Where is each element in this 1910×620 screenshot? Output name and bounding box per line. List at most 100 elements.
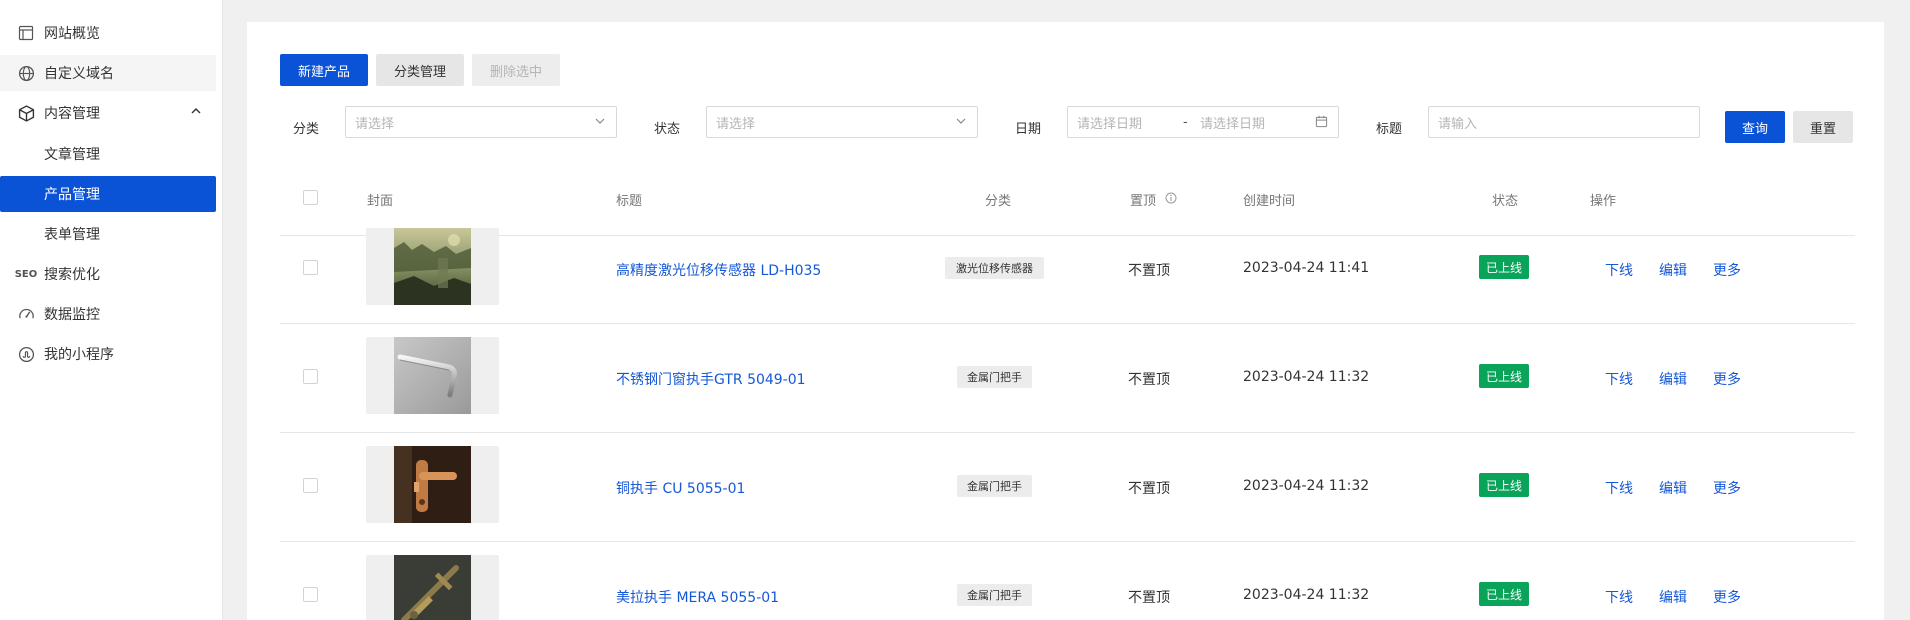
date-range-picker[interactable]: 请选择日期 - 请选择日期 xyxy=(1067,106,1339,138)
sidebar-item-label: 内容管理 xyxy=(44,106,100,122)
pin-status: 不置顶 xyxy=(1128,590,1170,606)
seo-icon: SEO xyxy=(14,268,38,280)
globe-icon xyxy=(16,63,36,83)
category-tag: 金属门把手 xyxy=(957,366,1032,388)
sidebar-item-label: 我的小程序 xyxy=(44,347,114,363)
status-badge: 已上线 xyxy=(1479,255,1530,279)
chevron-down-icon xyxy=(955,115,967,131)
copper-handle-thumbnail[interactable] xyxy=(394,446,471,523)
brass-handle-thumbnail[interactable] xyxy=(394,555,471,620)
chevron-down-icon xyxy=(594,115,606,131)
product-title-link[interactable]: 高精度激光位移传感器 LD-H035 xyxy=(616,260,821,280)
info-icon[interactable] xyxy=(1165,192,1177,208)
more-link[interactable]: 更多 xyxy=(1713,369,1741,389)
sidebar-item-label: 文章管理 xyxy=(44,147,100,163)
sidebar-item-monitoring[interactable]: 数据监控 xyxy=(0,296,216,332)
title-search-placeholder: 请输入 xyxy=(1438,116,1478,132)
row-checkbox[interactable] xyxy=(303,260,318,275)
calendar-icon xyxy=(1315,115,1328,132)
main-panel: 新建产品 分类管理 删除选中 分类 请选择 状态 请选择 日期 请选择日期 - … xyxy=(247,22,1884,620)
sidebar-item-products[interactable]: 产品管理 xyxy=(0,176,216,212)
sidebar: 网站概览 自定义域名 内容管理 文章管理 产品管理 表单管理 SEO 搜索优化 … xyxy=(0,0,223,620)
row-checkbox[interactable] xyxy=(303,478,318,493)
status-badge: 已上线 xyxy=(1479,582,1530,606)
query-button[interactable]: 查询 xyxy=(1725,111,1785,143)
sidebar-item-content-management[interactable]: 内容管理 xyxy=(0,95,216,131)
sidebar-item-custom-domain[interactable]: 自定义域名 xyxy=(0,55,216,91)
header-cover: 封面 xyxy=(367,194,394,209)
status-filter-label: 状态 xyxy=(654,122,681,137)
gauge-icon xyxy=(16,304,36,324)
edit-link[interactable]: 编辑 xyxy=(1659,587,1687,607)
table-row: 不锈钢门窗执手GTR 5049-01 金属门把手 不置顶 2023-04-24 … xyxy=(280,324,1855,433)
created-time: 2023-04-24 11:41 xyxy=(1243,260,1370,276)
table-row: 铜执手 CU 5055-01 金属门把手 不置顶 2023-04-24 11:3… xyxy=(280,433,1855,542)
offline-link[interactable]: 下线 xyxy=(1605,369,1633,389)
date-start-placeholder: 请选择日期 xyxy=(1077,116,1143,132)
reset-button[interactable]: 重置 xyxy=(1793,111,1853,143)
sidebar-item-overview[interactable]: 网站概览 xyxy=(0,15,216,51)
more-link[interactable]: 更多 xyxy=(1713,478,1741,498)
sidebar-item-label: 数据监控 xyxy=(44,307,100,323)
new-product-button[interactable]: 新建产品 xyxy=(280,54,368,86)
category-filter-label: 分类 xyxy=(293,122,320,137)
row-checkbox[interactable] xyxy=(303,369,318,384)
status-select[interactable]: 请选择 xyxy=(706,106,978,138)
header-actions: 操作 xyxy=(1590,194,1617,209)
sidebar-item-mini-program[interactable]: 我的小程序 xyxy=(0,336,216,372)
offline-link[interactable]: 下线 xyxy=(1605,587,1633,607)
chevron-up-icon xyxy=(190,105,202,121)
offline-link[interactable]: 下线 xyxy=(1605,478,1633,498)
title-search-input[interactable]: 请输入 xyxy=(1428,106,1700,138)
status-select-placeholder: 请选择 xyxy=(716,116,756,132)
edit-link[interactable]: 编辑 xyxy=(1659,369,1687,389)
created-time: 2023-04-24 11:32 xyxy=(1243,587,1370,603)
offline-link[interactable]: 下线 xyxy=(1605,260,1633,280)
category-tag: 激光位移传感器 xyxy=(945,257,1044,279)
row-checkbox[interactable] xyxy=(303,587,318,602)
pin-status: 不置顶 xyxy=(1128,263,1170,279)
sidebar-item-label: 网站概览 xyxy=(44,26,100,42)
product-cover xyxy=(366,555,499,620)
date-separator: - xyxy=(1183,114,1188,130)
product-title-link[interactable]: 铜执手 CU 5055-01 xyxy=(616,478,745,498)
product-title-link[interactable]: 不锈钢门窗执手GTR 5049-01 xyxy=(616,369,806,389)
mini-program-icon xyxy=(16,344,36,364)
date-filter-label: 日期 xyxy=(1015,122,1042,137)
sidebar-item-forms[interactable]: 表单管理 xyxy=(0,216,216,252)
cube-icon xyxy=(16,103,36,123)
more-link[interactable]: 更多 xyxy=(1713,587,1741,607)
category-select[interactable]: 请选择 xyxy=(345,106,617,138)
sidebar-item-articles[interactable]: 文章管理 xyxy=(0,136,216,172)
category-tag: 金属门把手 xyxy=(957,584,1032,606)
table-row: 高精度激光位移传感器 LD-H035 激光位移传感器 不置顶 2023-04-2… xyxy=(280,215,1855,324)
product-cover xyxy=(366,228,499,305)
category-management-button[interactable]: 分类管理 xyxy=(376,54,464,86)
browser-window-icon xyxy=(16,23,36,43)
status-badge: 已上线 xyxy=(1479,473,1530,497)
edit-link[interactable]: 编辑 xyxy=(1659,260,1687,280)
product-cover xyxy=(366,337,499,414)
pin-status: 不置顶 xyxy=(1128,481,1170,497)
sidebar-item-label: 自定义域名 xyxy=(44,66,114,82)
header-category: 分类 xyxy=(985,194,1012,209)
title-filter-label: 标题 xyxy=(1376,122,1403,137)
header-created-time: 创建时间 xyxy=(1243,194,1296,209)
created-time: 2023-04-24 11:32 xyxy=(1243,369,1370,385)
sidebar-item-seo[interactable]: SEO 搜索优化 xyxy=(0,256,216,292)
select-all-checkbox[interactable] xyxy=(303,190,318,205)
status-badge: 已上线 xyxy=(1479,364,1530,388)
category-tag: 金属门把手 xyxy=(957,475,1032,497)
sidebar-item-label: 搜索优化 xyxy=(44,267,100,283)
sidebar-item-label: 产品管理 xyxy=(44,187,100,203)
created-time: 2023-04-24 11:32 xyxy=(1243,478,1370,494)
delete-selected-button[interactable]: 删除选中 xyxy=(472,54,560,86)
pin-status: 不置顶 xyxy=(1128,372,1170,388)
edit-link[interactable]: 编辑 xyxy=(1659,478,1687,498)
landscape-thumbnail[interactable] xyxy=(394,228,471,305)
more-link[interactable]: 更多 xyxy=(1713,260,1741,280)
product-title-link[interactable]: 美拉执手 MERA 5055-01 xyxy=(616,587,779,607)
steel-handle-thumbnail[interactable] xyxy=(394,337,471,414)
table-row: 美拉执手 MERA 5055-01 金属门把手 不置顶 2023-04-24 1… xyxy=(280,542,1855,620)
header-title: 标题 xyxy=(616,194,643,209)
